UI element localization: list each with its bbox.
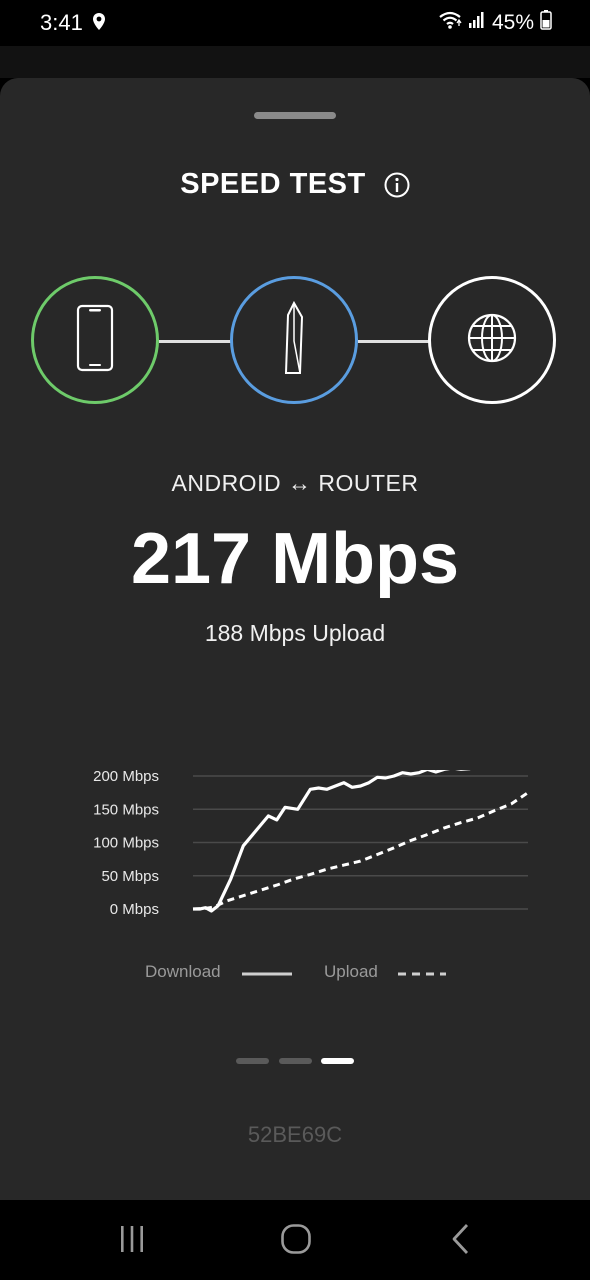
title-row: SPEED TEST	[0, 168, 590, 201]
router-node	[230, 276, 358, 404]
location-icon	[92, 13, 106, 36]
connection-label: ANDROID ↔ ROUTER	[171, 470, 419, 496]
legend-download-swatch	[242, 972, 292, 976]
system-nav-bar	[0, 1200, 590, 1280]
recent-apps-icon	[119, 1224, 145, 1259]
router-icon	[283, 300, 305, 380]
status-time: 3:41	[40, 10, 83, 35]
page-indicator	[0, 1058, 590, 1068]
page-dot-1[interactable]	[236, 1058, 269, 1064]
router-internet-link	[358, 340, 431, 343]
speed-chart: 200 Mbps 150 Mbps 100 Mbps 50 Mbps 0 Mbps	[93, 770, 529, 918]
home-icon	[280, 1223, 312, 1260]
y-tick-label: 100 Mbps	[93, 835, 159, 852]
network-path-diagram	[0, 276, 590, 410]
back-icon	[450, 1223, 470, 1260]
y-tick-label: 200 Mbps	[93, 770, 159, 785]
phone-icon	[76, 304, 114, 377]
recent-apps-button[interactable]	[102, 1220, 162, 1262]
internet-node	[428, 276, 556, 404]
sheet-title: SPEED TEST	[180, 168, 366, 200]
y-tick-label: 150 Mbps	[93, 801, 159, 818]
info-icon[interactable]	[384, 172, 410, 198]
signal-icon	[468, 11, 486, 34]
phone-router-link	[159, 340, 233, 343]
sheet-drag-handle[interactable]	[254, 112, 336, 119]
status-icons: 45%	[438, 10, 552, 35]
device-id: 52BE69C	[247, 1122, 343, 1147]
legend-upload-swatch	[398, 972, 446, 976]
battery-percent: 45%	[491, 10, 534, 34]
wifi-icon	[438, 10, 462, 35]
legend-upload-label: Upload	[324, 962, 378, 981]
speed-test-sheet: SPEED TEST ANDROID ↔ ROUTER 217 Mbps 188…	[0, 78, 590, 1200]
legend-download-label: Download	[145, 962, 221, 981]
battery-icon	[540, 10, 552, 35]
y-tick-label: 50 Mbps	[101, 868, 159, 885]
phone-node	[31, 276, 159, 404]
upload-series-line	[192, 791, 529, 911]
status-bar: 3:41 45%	[0, 0, 590, 46]
download-speed: 217 Mbps	[130, 519, 460, 599]
home-button[interactable]	[266, 1220, 326, 1262]
chart-legend: Download Upload	[0, 962, 590, 986]
y-tick-label: 0 Mbps	[110, 901, 159, 918]
back-button[interactable]	[430, 1220, 490, 1262]
globe-icon	[466, 312, 518, 369]
upload-speed: 188 Mbps Upload	[204, 620, 386, 646]
page-dot-2[interactable]	[279, 1058, 312, 1064]
dimmed-backdrop[interactable]	[0, 46, 590, 78]
download-series-line	[193, 770, 471, 913]
page-dot-3-active[interactable]	[321, 1058, 354, 1064]
